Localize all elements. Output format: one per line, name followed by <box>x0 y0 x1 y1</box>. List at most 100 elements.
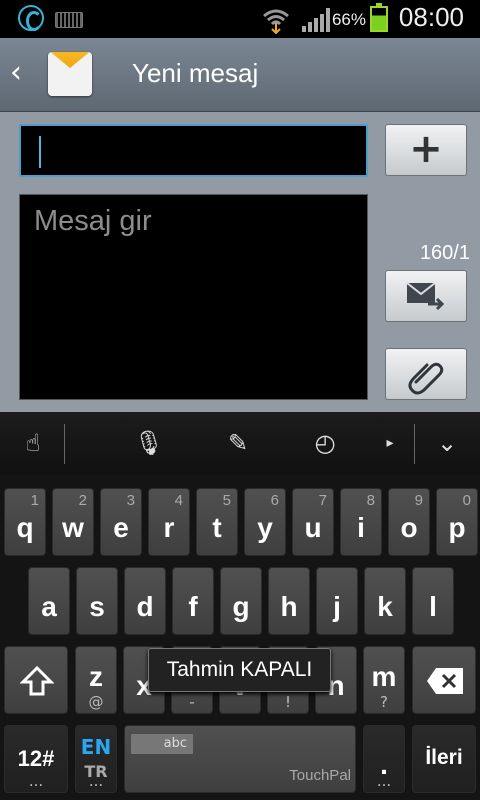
messages-app-icon <box>48 52 92 96</box>
key-symbol-label: @ <box>88 693 104 711</box>
key-label: i <box>357 512 365 543</box>
period-key[interactable]: . ... <box>363 725 405 793</box>
wifi-icon <box>263 9 289 34</box>
signal-icon <box>302 8 330 32</box>
key-alt-label: 5 <box>222 492 231 509</box>
key-label: p <box>448 512 466 543</box>
text-cursor <box>39 136 41 168</box>
stopwatch-icon[interactable]: ◴ <box>309 427 341 459</box>
key-label: s <box>89 591 105 622</box>
key-y[interactable]: y6 <box>244 488 286 556</box>
key-label: j <box>333 591 341 622</box>
key-alt-label: 4 <box>174 492 183 509</box>
key-label: a <box>41 591 57 622</box>
page-title: Yeni mesaj <box>132 58 259 88</box>
key-g[interactable]: g <box>220 567 262 635</box>
key-label: w <box>62 512 84 543</box>
key-t[interactable]: t5 <box>196 488 238 556</box>
key-j[interactable]: j <box>316 567 358 635</box>
paperclip-icon <box>408 362 444 395</box>
key-m[interactable]: m? <box>363 646 405 714</box>
keyboard-brand: TouchPal <box>289 767 351 784</box>
backspace-icon <box>427 668 463 694</box>
key-a[interactable]: a <box>28 567 70 635</box>
key-h[interactable]: h <box>268 567 310 635</box>
divider <box>414 424 415 464</box>
key-label: r <box>163 512 175 543</box>
battery-percentage: 66% <box>331 10 366 29</box>
key-l[interactable]: l <box>412 567 454 635</box>
key-symbol-label: ? <box>380 693 388 711</box>
key-symbol-label: ! <box>284 693 291 711</box>
key-alt-label: 8 <box>366 492 375 509</box>
key-label: d <box>136 591 154 622</box>
app-header: ‹ Yeni mesaj <box>0 38 480 112</box>
shift-key[interactable] <box>4 646 68 714</box>
key-alt-label: 3 <box>126 492 135 509</box>
key-alt-label: 1 <box>30 492 39 509</box>
keyboard: ☝ 🎙 ✎ ◴ ▸ ⌄ q1w2e3r4t5y6u7i8o9p0asdfghjk… <box>0 412 480 800</box>
language-switch-key[interactable]: EN TR ... <box>75 725 117 793</box>
key-o[interactable]: o9 <box>388 488 430 556</box>
key-f[interactable]: f <box>172 567 214 635</box>
attach-button[interactable] <box>385 348 467 400</box>
divider <box>64 424 65 464</box>
message-placeholder: Mesaj gir <box>34 205 152 237</box>
back-button[interactable]: ‹ <box>10 58 34 92</box>
key-k[interactable]: k <box>364 567 406 635</box>
key-alt-label: 9 <box>414 492 423 509</box>
send-button[interactable] <box>385 270 467 322</box>
key-label: k <box>377 591 393 622</box>
key-q[interactable]: q1 <box>4 488 46 556</box>
microphone-icon[interactable]: 🎙 <box>133 427 165 459</box>
prediction-off-tooltip: Tahmin KAPALI <box>148 648 331 692</box>
number-symbol-key[interactable]: 12# ... <box>4 725 68 793</box>
key-s[interactable]: s <box>76 567 118 635</box>
touchpal-gesture-icon[interactable]: ☝ <box>17 427 49 459</box>
key-z[interactable]: z @ <box>75 646 117 714</box>
key-alt-label: 2 <box>78 492 87 509</box>
key-label: m <box>371 661 397 692</box>
key-alt-label: 6 <box>270 492 279 509</box>
backspace-key[interactable] <box>412 646 476 714</box>
key-w[interactable]: w2 <box>52 488 94 556</box>
key-alt-label: 0 <box>462 492 471 509</box>
hide-keyboard-icon[interactable]: ⌄ <box>431 427 463 459</box>
key-label: t <box>212 512 222 543</box>
message-input[interactable]: Mesaj gir <box>19 194 368 400</box>
send-icon <box>406 282 445 311</box>
key-i[interactable]: i8 <box>340 488 382 556</box>
clock: 08:00 <box>398 2 464 32</box>
key-label: h <box>280 591 298 622</box>
recipient-input[interactable] <box>19 124 368 177</box>
next-key[interactable]: İleri <box>412 725 476 793</box>
character-counter: 160/1 <box>419 242 470 264</box>
prediction-toggle: abc <box>131 734 193 754</box>
battery-icon <box>370 3 388 32</box>
add-recipient-button[interactable]: + <box>385 124 467 176</box>
key-label: q <box>16 512 34 543</box>
compose-area: + Mesaj gir 160/1 <box>0 112 480 412</box>
space-key[interactable]: abc TouchPal <box>124 725 356 793</box>
keyboard-icon <box>55 12 83 28</box>
key-alt-label: 7 <box>318 492 327 509</box>
shift-icon <box>20 665 54 696</box>
toolbar-more-icon[interactable]: ▸ <box>374 427 406 459</box>
key-label: o <box>400 512 418 543</box>
key-label: l <box>429 591 437 622</box>
key-symbol-label: - <box>189 693 195 711</box>
status-bar: 66% 08:00 <box>0 0 480 38</box>
key-label: f <box>188 591 198 622</box>
key-label: y <box>257 512 273 543</box>
pencil-icon[interactable]: ✎ <box>222 427 254 459</box>
key-label: e <box>113 512 129 543</box>
key-label: u <box>304 512 322 543</box>
key-e[interactable]: e3 <box>100 488 142 556</box>
key-d[interactable]: d <box>124 567 166 635</box>
key-u[interactable]: u7 <box>292 488 334 556</box>
plus-icon: + <box>409 126 443 172</box>
key-r[interactable]: r4 <box>148 488 190 556</box>
key-p[interactable]: p0 <box>436 488 478 556</box>
app-notification-icon <box>18 5 44 31</box>
key-label: z <box>89 661 103 692</box>
